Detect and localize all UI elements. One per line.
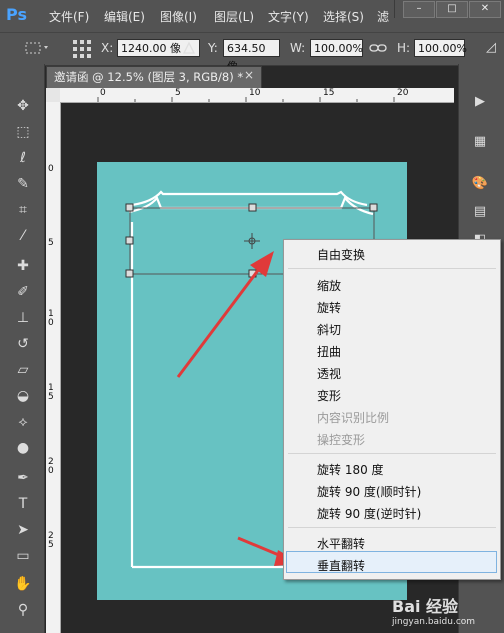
- ruler-left-label: 1 0: [48, 309, 54, 328]
- dodge-tool-icon[interactable]: ●: [12, 438, 34, 458]
- path-selection-tool-icon[interactable]: ➤: [12, 520, 34, 540]
- document-tab-title: 邀请函 @ 12.5% (图层 3, RGB/8) *: [54, 70, 244, 84]
- menu-item-flip-vertical[interactable]: 垂直翻转: [317, 557, 365, 574]
- ruler-left-label: 0: [48, 164, 54, 174]
- menu-item-free-transform[interactable]: 自由变换: [317, 246, 365, 263]
- menu-item-flip-horizontal[interactable]: 水平翻转: [317, 535, 365, 552]
- link-icon[interactable]: [369, 41, 387, 55]
- color-palette-icon[interactable]: 🎨: [466, 172, 494, 196]
- history-brush-tool-icon[interactable]: ↺: [12, 334, 34, 354]
- move-tool-icon[interactable]: ✥: [12, 96, 34, 116]
- blur-tool-icon[interactable]: ⟡: [12, 412, 34, 432]
- tab-close-icon[interactable]: ×: [244, 68, 254, 82]
- menu-item-content-aware-scale: 内容识别比例: [317, 411, 390, 425]
- ruler-left-label: 2 0: [48, 457, 54, 476]
- menu-item-distort[interactable]: 扭曲: [317, 343, 341, 360]
- eyedropper-tool-icon[interactable]: ⁄: [12, 226, 34, 246]
- menu-item-puppet-warp: 操控变形: [317, 433, 366, 447]
- pen-tool-icon[interactable]: ✒: [12, 468, 34, 488]
- maximize-button[interactable]: □: [436, 1, 468, 18]
- menu-filter[interactable]: 滤: [377, 8, 389, 25]
- h-label: H:: [397, 41, 411, 55]
- menu-image[interactable]: 图像(I): [160, 8, 197, 25]
- ruler-left-label: 5: [48, 238, 54, 248]
- crop-tool-icon[interactable]: ⌗: [12, 200, 34, 220]
- ruler-top-ticks: [97, 97, 395, 102]
- transform-context-menu: [283, 239, 501, 580]
- menu-separator: [288, 527, 496, 528]
- delta-icon[interactable]: [182, 41, 196, 55]
- menu-item-rotate-90-ccw[interactable]: 旋转 90 度(逆时针): [317, 505, 421, 522]
- menu-edit[interactable]: 编辑(E): [104, 8, 145, 25]
- menu-item-skew[interactable]: 斜切: [317, 321, 341, 338]
- vertical-ruler[interactable]: [46, 102, 61, 633]
- menu-type[interactable]: 文字(Y): [268, 8, 309, 25]
- zoom-tool-icon[interactable]: ⚲: [12, 600, 34, 620]
- brush-tool-icon[interactable]: ✐: [12, 282, 34, 302]
- x-label: X:: [101, 41, 114, 55]
- watermark-text: Bai 经验: [392, 597, 459, 616]
- annotation-arrow-up: [176, 251, 274, 378]
- marquee-tool-icon[interactable]: ⬚: [12, 122, 34, 142]
- angle-icon[interactable]: ◿: [486, 40, 496, 55]
- healing-brush-tool-icon[interactable]: ✚: [12, 256, 34, 276]
- minimize-button[interactable]: –: [403, 1, 435, 18]
- menu-layer[interactable]: 图层(L): [214, 8, 254, 25]
- actions-panel-icon[interactable]: ▦: [466, 130, 494, 154]
- type-tool-icon[interactable]: T: [12, 494, 34, 514]
- menu-separator: [288, 453, 496, 454]
- w-label: W:: [290, 41, 306, 55]
- menu-file[interactable]: 文件(F): [49, 8, 89, 25]
- swatches-icon[interactable]: ▤: [466, 200, 494, 224]
- menu-item-perspective[interactable]: 透视: [317, 365, 341, 382]
- lasso-tool-icon[interactable]: ℓ: [12, 148, 34, 168]
- menu-item-rotate[interactable]: 旋转: [317, 299, 341, 316]
- ruler-left-label: 2 5: [48, 531, 54, 550]
- y-field[interactable]: 634.50 像: [223, 39, 280, 73]
- eraser-tool-icon[interactable]: ▱: [12, 360, 34, 380]
- watermark-subtext: jingyan.baidu.com: [392, 617, 476, 627]
- menu-select[interactable]: 选择(S): [323, 8, 364, 25]
- reference-point-icon[interactable]: [71, 38, 93, 60]
- menu-separator: [288, 268, 496, 269]
- transform-tool-icon[interactable]: [24, 40, 50, 56]
- menu-item-scale[interactable]: 缩放: [317, 277, 341, 294]
- y-label: Y:: [208, 41, 218, 55]
- ruler-origin[interactable]: [46, 88, 60, 102]
- baidu-watermark: Bai 经验 jingyan.baidu.com: [392, 593, 502, 627]
- shape-tool-icon[interactable]: ▭: [12, 546, 34, 566]
- ruler-left-label: 1 5: [48, 383, 54, 402]
- play-icon[interactable]: ▶: [466, 90, 494, 114]
- menu-item-rotate-90-cw[interactable]: 旋转 90 度(顺时针): [317, 483, 421, 500]
- quick-select-tool-icon[interactable]: ✎: [12, 174, 34, 194]
- hand-tool-icon[interactable]: ✋: [12, 574, 34, 594]
- menu-item-rotate-180[interactable]: 旋转 180 度: [317, 461, 384, 478]
- clone-stamp-tool-icon[interactable]: ⊥: [12, 308, 34, 328]
- width-field[interactable]: 100.00%: [310, 39, 363, 57]
- height-field[interactable]: 100.00%: [414, 39, 467, 57]
- menu-item-warp[interactable]: 变形: [317, 387, 341, 404]
- paint-bucket-tool-icon[interactable]: ◒: [12, 386, 34, 406]
- photoshop-logo: Ps: [6, 5, 27, 24]
- close-button[interactable]: ✕: [469, 1, 501, 18]
